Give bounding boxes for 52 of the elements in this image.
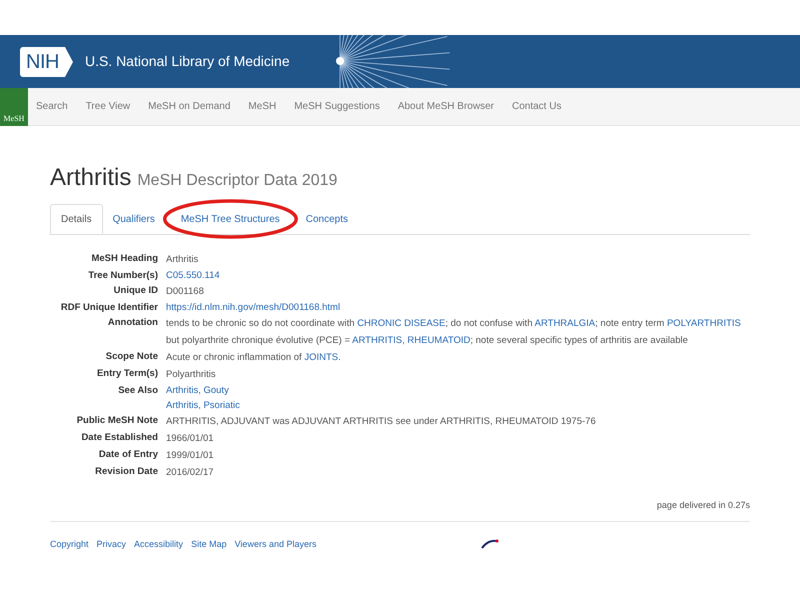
site-title: U.S. National Library of Medicine xyxy=(84,52,290,71)
field-label: RDF Unique Identifier xyxy=(60,301,158,315)
field-value: 1966/01/01 xyxy=(166,432,215,446)
field-label: Tree Number(s) xyxy=(87,269,158,283)
nav-link[interactable]: Contact Us xyxy=(512,99,562,114)
field-label: Revision Date xyxy=(94,465,158,479)
field-value: D001168 xyxy=(166,285,205,299)
footer-link[interactable]: Viewers and Players xyxy=(234,538,316,551)
value-link[interactable]: https://id.nlm.nih.gov/mesh/D001168.html xyxy=(166,300,340,315)
value-link[interactable]: Arthritis, Gouty xyxy=(166,383,229,398)
field-value: 2016/02/17 xyxy=(166,466,215,480)
field-value: Polyarthritis xyxy=(166,368,217,382)
tab[interactable]: Concepts xyxy=(296,204,358,234)
term-link[interactable]: CHRONIC DISEASE xyxy=(357,318,446,329)
timing-note: page delivered in 0.27s xyxy=(656,499,750,512)
field-label: MeSH Heading xyxy=(90,252,158,266)
field-label: Annotation xyxy=(106,316,158,330)
footer-link[interactable]: Copyright xyxy=(50,538,89,551)
nav-link[interactable]: Search xyxy=(36,99,68,114)
field-value: 1999/01/01 xyxy=(166,449,215,463)
field-label: Public MeSH Note xyxy=(76,414,158,428)
nav-link[interactable]: MeSH Suggestions xyxy=(294,99,380,114)
field-label: Scope Note xyxy=(104,350,158,364)
field-label: Entry Term(s) xyxy=(96,367,158,381)
footer-link[interactable]: Site Map xyxy=(191,538,227,551)
footer-link[interactable]: Privacy xyxy=(96,538,126,551)
field-value: ARTHRITIS, ADJUVANT was ADJUVANT ARTHRITIS see under ARTHRITIS, RHEUMATOID 1975-76 xyxy=(166,415,597,429)
tab[interactable]: Qualifiers xyxy=(102,204,165,234)
page-title: Arthritis xyxy=(50,163,132,193)
nav-link[interactable]: About MeSH Browser xyxy=(398,99,494,114)
term-link[interactable]: POLYARTHRITIS xyxy=(666,318,741,329)
nav-link[interactable]: MeSH xyxy=(248,99,276,114)
mesh-logo[interactable]: MeSH xyxy=(0,88,28,126)
term-link[interactable]: ARTHRALGIA xyxy=(534,318,596,329)
value-link[interactable]: Arthritis, Psoriatic xyxy=(166,398,240,413)
field-label: Unique ID xyxy=(112,284,158,298)
field-value: Arthritis xyxy=(166,253,200,267)
page-subtitle: MeSH Descriptor Data 2019 xyxy=(137,171,338,191)
field-value: Acute or chronic inflammation of JOINTS. xyxy=(166,351,342,365)
field-label: Date of Entry xyxy=(98,448,158,462)
value-link[interactable]: C05.550.114 xyxy=(166,268,220,283)
nav-link[interactable]: Tree View xyxy=(86,99,130,114)
term-link[interactable]: JOINTS xyxy=(304,352,338,363)
term-link[interactable]: ARTHRITIS, RHEUMATOID xyxy=(352,335,470,346)
footer-link[interactable]: Accessibility xyxy=(134,538,184,551)
chevron-icon xyxy=(64,46,73,76)
logo-icon xyxy=(481,539,500,550)
tab[interactable]: Details xyxy=(50,204,103,234)
field-value: tends to be chronic so do not coordinate with CHRONIC DISEASE; do not confuse with ARTHRALGIA; note entry term POLYARTHRITIS but polyarthrite chronique évolutive (PCE) = ARTHRITIS, RHEUMATOID; note several specific types of arthritis are available xyxy=(166,317,742,348)
nav-link[interactable]: MeSH on Demand xyxy=(148,99,230,114)
field-label: Date Established xyxy=(80,431,158,445)
field-label: See Also xyxy=(117,384,158,398)
